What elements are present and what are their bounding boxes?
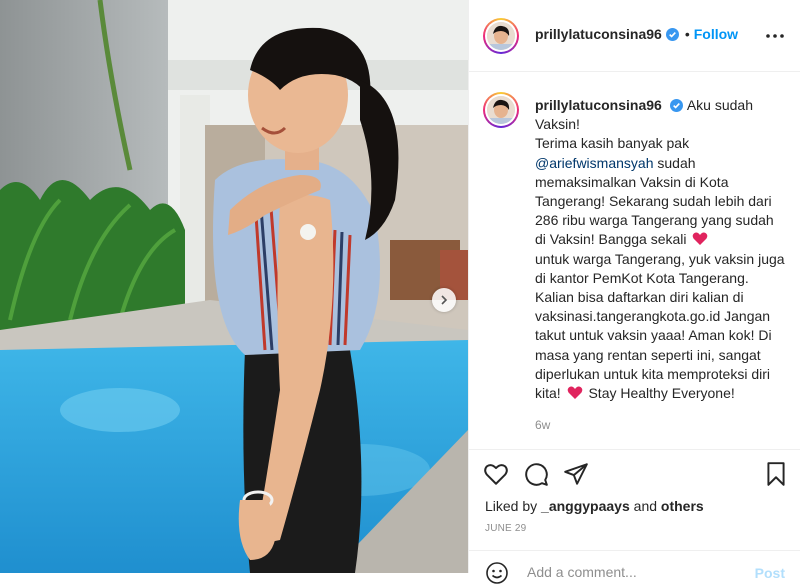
caption-timestamp[interactable]: 6w (535, 418, 550, 432)
chevron-right-icon (441, 295, 448, 305)
caption-text: prillylatuconsina96 Aku sudah Vaksin! Ter… (535, 96, 785, 403)
add-comment-bar: Post (469, 550, 800, 584)
bookmark-icon (767, 462, 785, 486)
caption-line-2: Terima kasih banyak pak (535, 135, 690, 152)
mention-link[interactable]: @ariefwismansyah (535, 155, 653, 171)
more-horizontal-icon (766, 34, 784, 38)
liked-by-and: and (633, 498, 658, 514)
post-actions-bar (469, 451, 800, 491)
like-button[interactable] (483, 461, 509, 487)
carousel-next-button[interactable] (432, 288, 456, 312)
red-heart-emoji-icon (693, 232, 708, 246)
photo-illustration (0, 0, 468, 573)
post-details-panel: prillylatuconsina96 • Follow prillylatucon… (468, 0, 800, 584)
share-icon (564, 463, 588, 485)
instagram-post-window: prillylatuconsina96 • Follow prillylatucon… (0, 0, 800, 584)
post-photo[interactable] (0, 0, 468, 573)
post-date[interactable]: JUNE 29 (485, 523, 526, 534)
post-author-username[interactable]: prillylatuconsina96 (535, 26, 662, 42)
comment-button[interactable] (523, 461, 549, 487)
avatar-image (487, 96, 515, 124)
liked-by-user[interactable]: _anggypaays (541, 498, 630, 514)
avatar-image (487, 22, 515, 50)
more-options-button[interactable] (763, 24, 787, 48)
liked-by-others[interactable]: others (661, 498, 704, 514)
verified-badge-icon (665, 28, 679, 41)
caption-line-4: untuk warga Tangerang, yuk vaksin juga d… (535, 250, 785, 402)
liked-by-text: Liked by _anggypaays and others (485, 498, 704, 514)
avatar[interactable] (483, 18, 519, 54)
emoji-icon[interactable] (485, 561, 509, 585)
red-heart-emoji-icon (567, 386, 582, 400)
caption-avatar[interactable] (483, 92, 519, 128)
caption-section: prillylatuconsina96 Aku sudah Vaksin! Ter… (469, 72, 800, 450)
heart-icon (484, 464, 508, 485)
post-header: prillylatuconsina96 • Follow (469, 0, 800, 72)
caption-line-5: Stay Healthy Everyone! (588, 385, 735, 402)
liked-by-prefix: Liked by (485, 498, 538, 514)
separator-dot: • (684, 26, 690, 42)
post-comment-button[interactable]: Post (755, 565, 785, 581)
verified-badge-icon (669, 99, 683, 112)
add-comment-input[interactable] (525, 563, 729, 581)
save-button[interactable] (763, 461, 789, 487)
follow-button[interactable]: Follow (694, 26, 738, 42)
comment-icon (525, 463, 548, 486)
share-button[interactable] (563, 461, 589, 487)
caption-username[interactable]: prillylatuconsina96 (535, 97, 662, 113)
